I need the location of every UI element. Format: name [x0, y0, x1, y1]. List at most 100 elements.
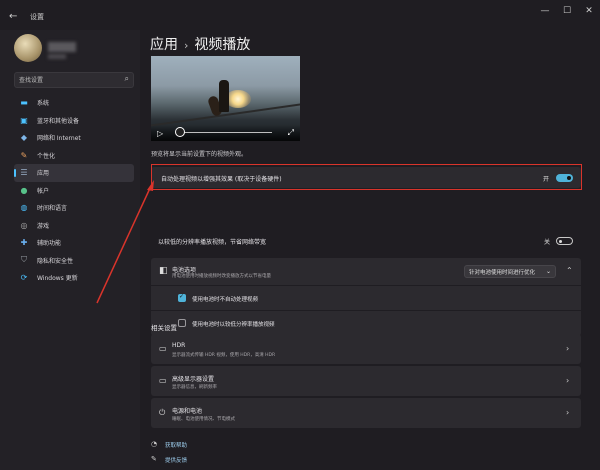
sidebar: ⌕ ▬ 系统 ▣ 蓝牙和其他设备 ◆ 网络和 Internet ✎ 个性化 ☰ …	[0, 30, 140, 470]
battery-optimize-dropdown[interactable]: 针对电池使用时间进行优化 ⌄	[464, 265, 556, 278]
video-control-bar	[151, 125, 300, 141]
wifi-icon: ◆	[20, 133, 28, 143]
related-power-title: 电源和电池	[172, 408, 203, 415]
sidebar-item-network[interactable]: ◆ 网络和 Internet	[14, 129, 134, 147]
video-preview[interactable]: ▷ ⤢	[151, 56, 300, 141]
sidebar-item-label: 隐私和安全性	[37, 257, 74, 265]
related-advanced-display-row[interactable]: ▭ 高级显示器设置 显示器信息，刷新频率 ›	[151, 366, 581, 396]
main-content: 应用 › 视频播放 ▷ ⤢ 预览将显示当前设置下的视频外观。 自动处理视频以增强其效…	[140, 30, 600, 470]
chevron-right-icon: ›	[566, 408, 570, 417]
divider	[151, 285, 581, 286]
shield-icon: ⛉	[21, 255, 27, 265]
video-seek-track[interactable]	[180, 131, 272, 133]
sidebar-item-privacy[interactable]: ⛉ 隐私和安全性	[14, 252, 134, 270]
brush-icon: ✎	[20, 150, 28, 160]
battery-optimize-value: 针对电池使用时间进行优化	[469, 270, 536, 276]
sidebar-item-label: 游戏	[37, 222, 50, 230]
chevron-up-icon[interactable]: ⌃	[566, 266, 573, 275]
search-icon[interactable]: ⌕	[125, 74, 129, 84]
bluetooth-icon: ▣	[20, 115, 28, 125]
accessibility-icon: ✚	[20, 238, 28, 248]
globe-clock-icon: ◍	[20, 203, 28, 213]
related-settings-title: 相关设置	[151, 324, 177, 332]
battery-options-subtitle: 用电池使用时播放视频时改变播放方式以节省电量	[172, 274, 271, 279]
minimize-icon[interactable]: —	[534, 6, 556, 16]
sidebar-item-gaming[interactable]: ◎ 游戏	[14, 217, 134, 235]
sidebar-item-apps[interactable]: ☰ 应用	[14, 164, 134, 182]
sidebar-item-label: 时间和语言	[37, 205, 68, 213]
low-res-row[interactable]: 以较低的分辨率播放视频，节省网络带宽 关	[151, 230, 581, 254]
user-name-blurred	[48, 42, 76, 52]
no-auto-process-checkbox[interactable]	[178, 293, 186, 302]
apps-icon: ☰	[20, 168, 28, 178]
related-power-row[interactable]: ⏻ 电源和电池 睡眠、电池使用情况、节电模式 ›	[151, 398, 581, 428]
low-res-label: 以较低的分辨率播放视频，节省网络带宽	[158, 239, 267, 246]
low-res-state: 关	[544, 239, 551, 246]
divider	[151, 310, 581, 311]
title-bar: ← 设置 — ☐ ✕	[0, 0, 600, 30]
help-icon: ◔	[151, 440, 158, 448]
no-auto-process-label: 使用电池时不自动处理视频	[192, 297, 259, 303]
battery-icon: ◧	[159, 266, 168, 276]
get-help-link[interactable]: 获取帮助	[165, 441, 187, 449]
sidebar-item-accounts[interactable]: ● 帐户	[14, 182, 134, 200]
low-res-battery-checkbox[interactable]	[178, 319, 186, 327]
person-icon: ●	[20, 185, 28, 195]
sidebar-item-windows-update[interactable]: ⟳ Windows 更新	[14, 269, 134, 287]
feedback-icon: ✎	[151, 455, 157, 463]
breadcrumb-parent[interactable]: 应用	[150, 37, 178, 53]
related-advanced-display-subtitle: 显示器信息，刷新频率	[172, 385, 217, 390]
sidebar-item-label: 蓝牙和其他设备	[37, 117, 80, 125]
sidebar-item-label: 辅助功能	[37, 240, 62, 248]
monitor-icon: ▬	[20, 98, 28, 108]
sidebar-item-label: Windows 更新	[37, 275, 78, 283]
breadcrumb-separator: ›	[184, 39, 189, 52]
sidebar-item-label: 系统	[37, 100, 50, 108]
breadcrumb: 应用 › 视频播放	[150, 34, 250, 54]
related-hdr-subtitle: 显示器流式传输 HDR 视频，使用 HDR，高清 HDR	[172, 353, 276, 358]
window-controls: — ☐ ✕	[534, 6, 600, 16]
close-icon[interactable]: ✕	[578, 6, 600, 16]
video-seek-handle[interactable]	[175, 127, 185, 137]
highlight-box	[151, 164, 582, 190]
sidebar-item-bluetooth[interactable]: ▣ 蓝牙和其他设备	[14, 112, 134, 130]
active-indicator	[14, 169, 16, 177]
feedback-link[interactable]: 提供反馈	[165, 456, 187, 464]
sidebar-item-personalization[interactable]: ✎ 个性化	[14, 147, 134, 165]
play-icon[interactable]: ▷	[157, 129, 163, 138]
video-person	[219, 80, 229, 112]
chevron-right-icon: ›	[566, 344, 570, 353]
sidebar-item-label: 帐户	[37, 187, 50, 195]
sidebar-item-label: 网络和 Internet	[37, 135, 81, 143]
maximize-icon[interactable]: ☐	[556, 6, 578, 16]
gamepad-icon: ◎	[20, 220, 28, 230]
user-email-blurred	[48, 54, 66, 59]
chevron-down-icon: ⌄	[545, 268, 551, 275]
search-input[interactable]	[19, 74, 115, 86]
related-hdr-row[interactable]: ▭ HDR 显示器流式传输 HDR 视频，使用 HDR，高清 HDR ›	[151, 334, 581, 364]
power-icon: ⏻	[159, 408, 166, 417]
avatar[interactable]	[14, 34, 42, 62]
chevron-right-icon: ›	[566, 376, 570, 385]
search-box[interactable]: ⌕	[14, 72, 134, 88]
battery-options-card: ◧ 电池选项 用电池使用时播放视频时改变播放方式以节省电量 针对电池使用时间进行…	[151, 258, 581, 336]
related-advanced-display-title: 高级显示器设置	[172, 376, 215, 383]
sidebar-nav: ▬ 系统 ▣ 蓝牙和其他设备 ◆ 网络和 Internet ✎ 个性化 ☰ 应用…	[14, 94, 134, 287]
hdr-icon: ▭	[159, 344, 167, 353]
related-hdr-title: HDR	[172, 342, 186, 349]
low-res-battery-label: 使用电池时以较低分辨率播放视频	[192, 322, 275, 328]
page-title: 视频播放	[194, 37, 251, 53]
sidebar-item-label: 个性化	[37, 152, 56, 160]
back-arrow-icon[interactable]: ←	[9, 11, 17, 22]
sidebar-item-system[interactable]: ▬ 系统	[14, 94, 134, 112]
low-res-toggle[interactable]	[556, 237, 573, 245]
preview-caption: 预览将显示当前设置下的视频外观。	[151, 151, 248, 158]
window-title: 设置	[30, 13, 44, 21]
monitor-icon: ▭	[159, 376, 167, 385]
sidebar-item-accessibility[interactable]: ✚ 辅助功能	[14, 234, 134, 252]
sidebar-item-time-language[interactable]: ◍ 时间和语言	[14, 199, 134, 217]
related-power-subtitle: 睡眠、电池使用情况、节电模式	[172, 417, 235, 422]
fullscreen-icon[interactable]: ⤢	[288, 128, 294, 138]
update-icon: ⟳	[20, 273, 28, 283]
sidebar-item-label: 应用	[37, 170, 50, 178]
